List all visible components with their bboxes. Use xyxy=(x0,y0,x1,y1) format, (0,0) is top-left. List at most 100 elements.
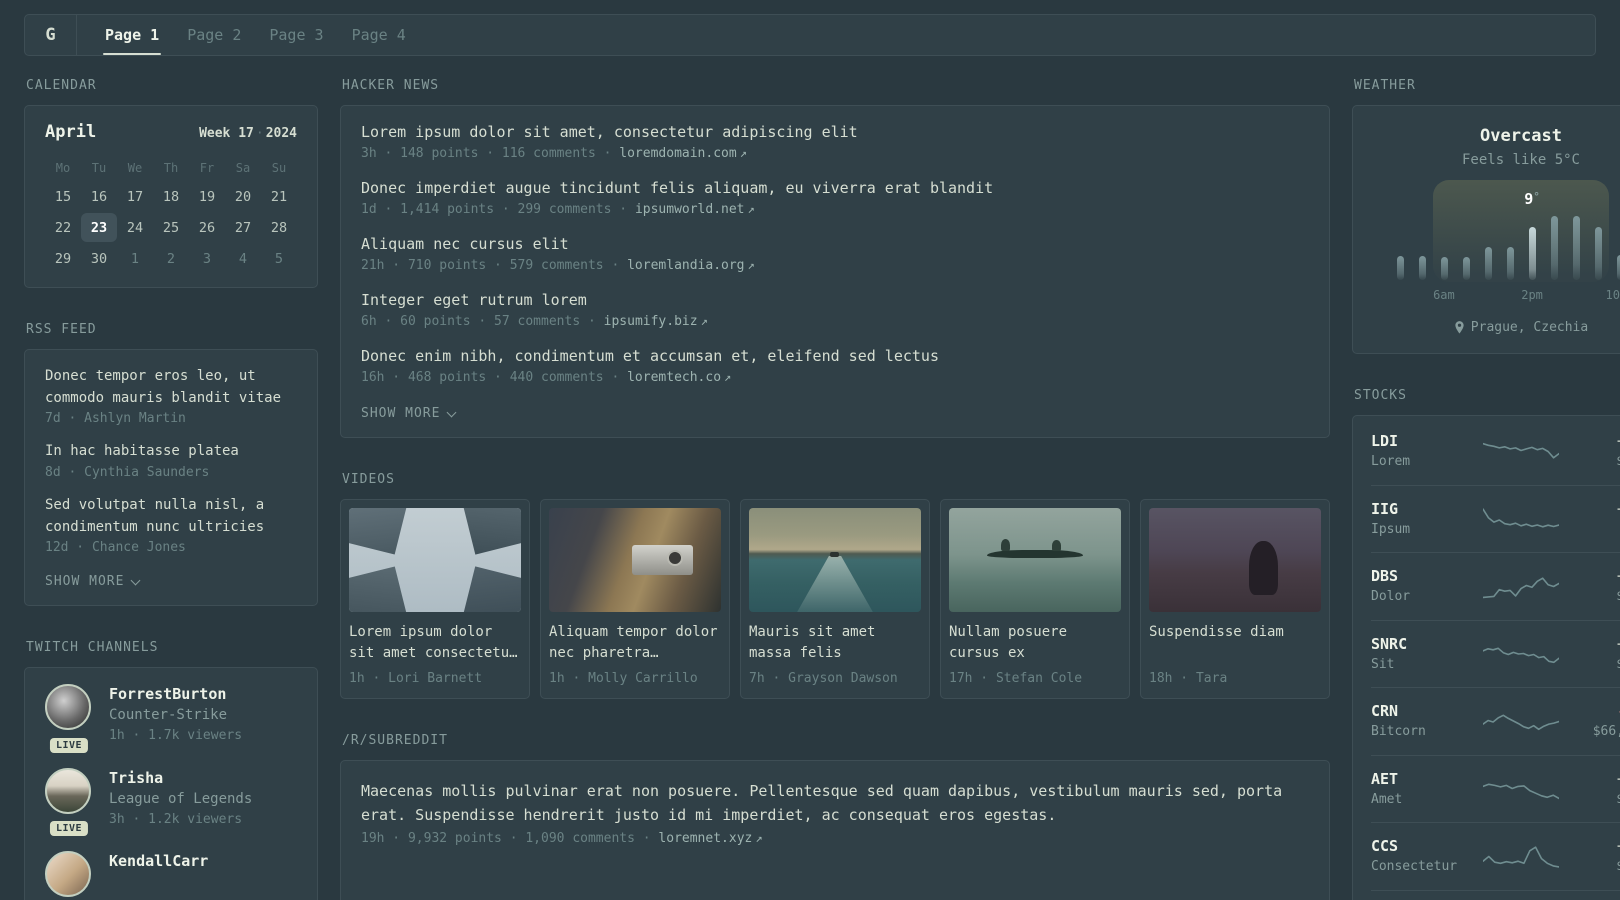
hn-show-more-button[interactable]: SHOW MORE xyxy=(361,406,457,421)
subreddit-post-title[interactable]: Maecenas mollis pulvinar erat non posuer… xyxy=(361,779,1309,827)
video-title[interactable]: Suspendisse diam xyxy=(1149,622,1321,664)
weather-section: WEATHER Overcast Feels like 5°C 9° 6am 2… xyxy=(1352,78,1620,354)
calendar-month: April xyxy=(45,122,97,142)
hn-item-domain-link[interactable]: ipsumworld.net xyxy=(635,202,755,217)
stock-row[interactable]: AHS +0.46% xyxy=(1371,889,1620,900)
stock-sparkline xyxy=(1483,577,1559,599)
weather-bar xyxy=(1418,256,1426,280)
hn-item-meta: 1d · 1,414 points · 299 comments · ipsum… xyxy=(361,202,1309,217)
weather-bar xyxy=(1440,256,1448,280)
twitch-channel-name[interactable]: KendallCarr xyxy=(109,851,208,872)
hn-item-domain-link[interactable]: loremdomain.com xyxy=(619,146,747,161)
weather-bar-current xyxy=(1528,227,1536,280)
video-card[interactable]: Suspendisse diam 18h · Tara xyxy=(1140,499,1330,699)
calendar-day: 16 xyxy=(90,188,108,205)
twitch-avatar-wrap: LIVE xyxy=(45,767,93,837)
twitch-channel-name[interactable]: Trisha xyxy=(109,768,252,789)
chevron-down-icon xyxy=(131,575,141,586)
stock-row[interactable]: SNRC Sit +1.36%$148.64 xyxy=(1371,619,1620,688)
weather-bar-slot xyxy=(1543,214,1565,280)
time-tick: 10pm xyxy=(1605,288,1620,302)
tab-page-3[interactable]: Page 3 xyxy=(267,15,325,55)
video-thumbnail-camera-hands[interactable] xyxy=(549,508,721,612)
hn-item-meta: 16h · 468 points · 440 comments · loremt… xyxy=(361,370,1309,385)
hn-item-title[interactable]: Donec enim nibh, condimentum et accumsan… xyxy=(361,346,1309,367)
video-title[interactable]: Nullam posuere cursus ex xyxy=(949,622,1121,664)
stock-row[interactable]: IIG Ipsum +2.84%$42.04 xyxy=(1371,484,1620,553)
calendar-day: 26 xyxy=(198,219,216,236)
videos-section: VIDEOS Lorem ipsum dolor sit amet consec… xyxy=(340,472,1330,699)
video-thumbnail-concrete-pillars[interactable] xyxy=(349,508,521,612)
hn-item-title[interactable]: Aliquam nec cursus elit xyxy=(361,234,1309,255)
video-card[interactable]: Nullam posuere cursus ex 17h · Stefan Co… xyxy=(940,499,1130,699)
stock-name: Consectetur xyxy=(1371,859,1458,874)
subreddit-section-title: /R/SUBREDDIT xyxy=(342,733,448,748)
video-card[interactable]: Aliquam tempor dolor nec pharetra… 1h · … xyxy=(540,499,730,699)
hn-item: Integer eget rutrum lorem 6h · 60 points… xyxy=(361,290,1309,329)
twitch-channel-row[interactable]: LIVE Trisha League of Legends 3h · 1.2k … xyxy=(45,767,297,837)
rss-item-title[interactable]: Donec tempor eros leo, ut commodo mauris… xyxy=(45,366,297,409)
rss-item-meta: 8d · Cynthia Saunders xyxy=(45,465,210,481)
hn-item-domain-link[interactable]: loremlandia.org xyxy=(627,258,755,273)
stock-sparkline xyxy=(1483,846,1559,868)
stock-ticker: IIG xyxy=(1371,499,1399,518)
weekday-label: Mo xyxy=(55,161,71,175)
twitch-channel-row[interactable]: KendallCarr xyxy=(45,851,297,898)
twitch-channel-name[interactable]: ForrestBurton xyxy=(109,684,242,705)
stock-change: +4.35% xyxy=(1559,431,1620,452)
hn-item-meta: 3h · 148 points · 116 comments · loremdo… xyxy=(361,146,1309,161)
tab-page-2[interactable]: Page 2 xyxy=(185,15,243,55)
subreddit-post-domain-link[interactable]: loremnet.xyz xyxy=(658,831,762,846)
hn-item-title[interactable]: Integer eget rutrum lorem xyxy=(361,290,1309,311)
tab-page-4[interactable]: Page 4 xyxy=(350,15,408,55)
calendar-day: 21 xyxy=(270,188,288,205)
twitch-channel-row[interactable]: LIVE ForrestBurton Counter-Strike 1h · 1… xyxy=(45,684,297,753)
stock-row[interactable]: LDI Lorem +4.35%$795.18 xyxy=(1371,418,1620,485)
hn-item: Lorem ipsum dolor sit amet, consectetur … xyxy=(361,122,1309,161)
rss-item-meta: 7d · Ashlyn Martin xyxy=(45,411,186,427)
app-logo[interactable]: G xyxy=(25,15,77,55)
video-card[interactable]: Mauris sit amet massa felis 7h · Grayson… xyxy=(740,499,930,699)
video-thumbnail-foggy-field[interactable] xyxy=(1149,508,1321,612)
rss-show-more-button[interactable]: SHOW MORE xyxy=(45,574,141,589)
stock-row[interactable]: AET Amet +0.92%$499.72 xyxy=(1371,754,1620,823)
stock-name: Amet xyxy=(1371,791,1403,807)
stock-row[interactable]: DBS Dolor +1.42%$156.28 xyxy=(1371,552,1620,620)
stock-row[interactable]: CRN Bitcorn -1.00% $66,171.48 xyxy=(1371,687,1620,755)
rss-section-title: RSS FEED xyxy=(26,322,97,337)
tab-page-1[interactable]: Page 1 xyxy=(103,15,162,55)
live-badge: LIVE xyxy=(49,737,89,753)
avatar[interactable] xyxy=(45,684,91,731)
weather-bar xyxy=(1616,254,1620,280)
location-pin-icon xyxy=(1455,320,1464,333)
stock-change: +1.36% xyxy=(1559,634,1620,655)
twitch-avatar-wrap: LIVE xyxy=(45,684,93,753)
stock-name: Dolor xyxy=(1371,589,1411,604)
avatar[interactable] xyxy=(45,767,91,814)
weather-bar xyxy=(1462,256,1470,280)
weather-bar-slot xyxy=(1455,214,1477,280)
video-thumbnail-sea-wake[interactable] xyxy=(749,508,921,612)
stock-ticker: CCS xyxy=(1371,837,1399,855)
time-tick: 2pm xyxy=(1521,288,1543,302)
weather-bar-slot xyxy=(1499,214,1521,280)
rss-item-title[interactable]: In hac habitasse platea xyxy=(45,441,297,463)
hn-item-title[interactable]: Lorem ipsum dolor sit amet, consectetur … xyxy=(361,122,1309,143)
hn-item-domain-link[interactable]: ipsumify.biz xyxy=(604,314,708,329)
hn-item-title[interactable]: Donec imperdiet augue tincidunt felis al… xyxy=(361,178,1309,199)
video-title[interactable]: Lorem ipsum dolor sit amet consectetu… xyxy=(349,622,521,664)
stocks-section: STOCKS LDI Lorem +4.35%$795.18 IIG Ipsum +… xyxy=(1352,388,1620,900)
avatar[interactable] xyxy=(45,851,91,898)
weather-hourly-chart: 9° xyxy=(1389,180,1620,282)
rss-item-title[interactable]: Sed volutpat nulla nisl, a condimentum n… xyxy=(45,495,297,538)
video-title[interactable]: Aliquam tempor dolor nec pharetra… xyxy=(549,622,721,664)
stock-sparkline xyxy=(1483,783,1559,799)
stock-ticker: SNRC xyxy=(1371,634,1408,653)
stock-row[interactable]: CCS Consectetur +0.51%$165.84 xyxy=(1371,822,1620,890)
video-thumbnail-canoe-fog[interactable] xyxy=(949,508,1121,612)
weather-bar-slot xyxy=(1565,214,1587,280)
video-title[interactable]: Mauris sit amet massa felis xyxy=(749,622,921,664)
hn-item-domain-link[interactable]: loremtech.co xyxy=(627,370,731,385)
top-nav: G Page 1 Page 2 Page 3 Page 4 xyxy=(24,14,1596,56)
video-card[interactable]: Lorem ipsum dolor sit amet consectetu… 1… xyxy=(340,499,530,699)
